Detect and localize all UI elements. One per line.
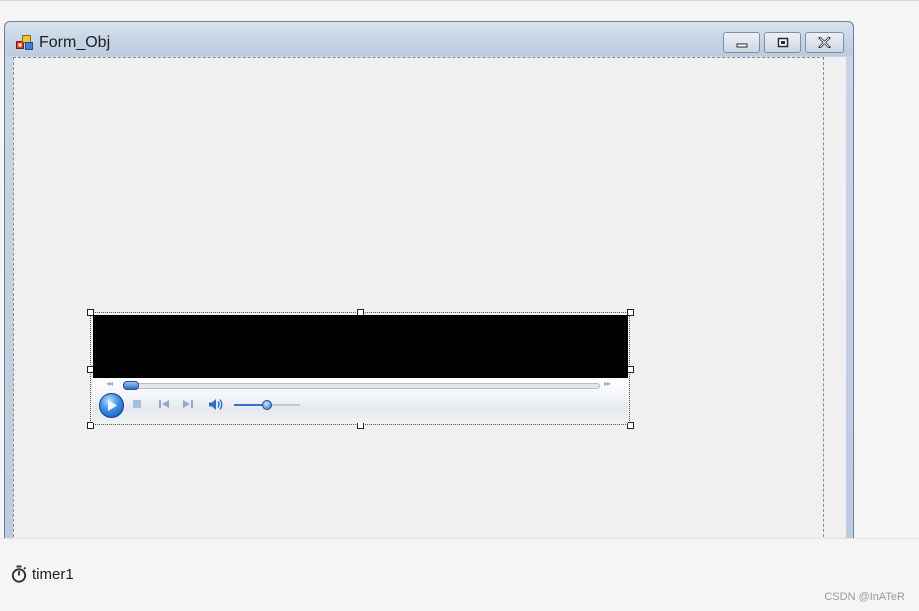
minimize-button[interactable] [723, 32, 760, 53]
form-title-bar[interactable]: Form_Obj [5, 22, 853, 56]
designer-surface: Form_Obj ◂◂ ▸▸ [0, 0, 919, 552]
volume-icon[interactable] [208, 398, 224, 411]
rewind-icon[interactable]: ◂◂ [106, 379, 113, 388]
play-button[interactable] [99, 393, 124, 418]
seek-bar[interactable] [123, 383, 600, 389]
maximize-button[interactable] [764, 32, 801, 53]
stopwatch-icon [11, 565, 27, 583]
form-client-area[interactable] [13, 57, 845, 552]
media-player-control[interactable]: ◂◂ ▸▸ [93, 315, 628, 423]
resize-handle-bottom-left[interactable] [87, 422, 94, 429]
resize-handle-top-right[interactable] [627, 309, 634, 316]
stop-icon[interactable] [132, 399, 142, 409]
video-display [93, 315, 628, 378]
form-title: Form_Obj [39, 34, 111, 51]
tray-item-label: timer1 [32, 565, 74, 583]
close-button[interactable] [805, 32, 844, 53]
play-icon [108, 400, 117, 411]
volume-thumb[interactable] [262, 400, 272, 410]
next-icon[interactable] [182, 399, 194, 409]
previous-icon[interactable] [158, 399, 170, 409]
watermark: CSDN @InATeR [824, 591, 905, 603]
resize-handle-right[interactable] [627, 366, 634, 373]
minimize-icon [736, 43, 747, 47]
maximize-icon [777, 37, 788, 48]
resize-handle-bottom-right[interactable] [627, 422, 634, 429]
close-icon [818, 37, 831, 48]
form-window[interactable]: Form_Obj [4, 21, 854, 552]
form-right-margin [823, 57, 846, 552]
tray-item-timer1[interactable]: timer1 [11, 564, 74, 584]
seek-thumb[interactable] [123, 381, 139, 390]
resize-handle-bottom[interactable] [357, 422, 364, 429]
form-app-icon [16, 35, 34, 51]
fast-forward-icon[interactable]: ▸▸ [604, 379, 611, 388]
component-tray: timer1 CSDN @InATeR [0, 538, 919, 611]
